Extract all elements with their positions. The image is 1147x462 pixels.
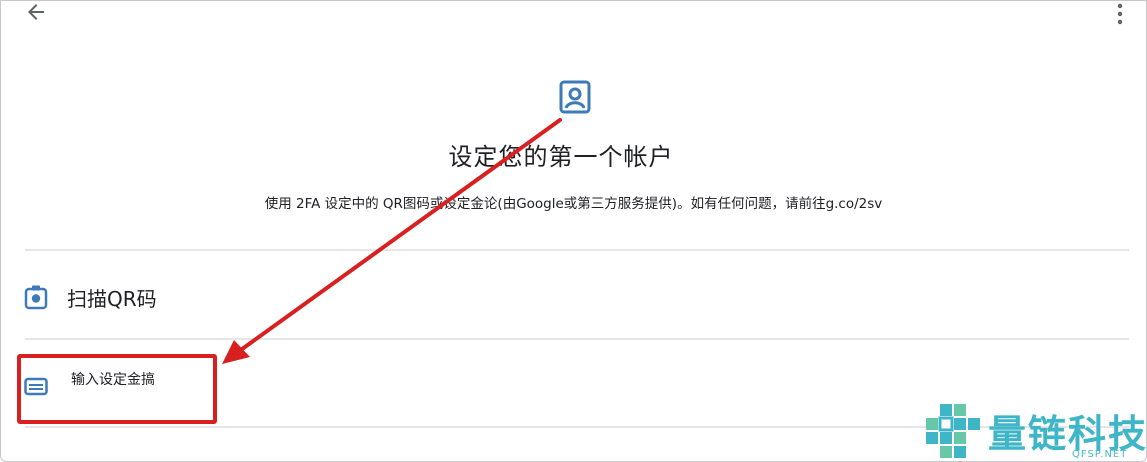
- watermark-domain: QFSP.NET: [1072, 449, 1128, 460]
- account-box-icon: [559, 80, 591, 114]
- scan-qr-option[interactable]: 扫描QR码: [23, 279, 1123, 315]
- divider: [25, 249, 1129, 251]
- back-button[interactable]: [21, 0, 51, 27]
- camera-icon: [23, 284, 49, 310]
- divider: [25, 338, 1129, 340]
- scan-qr-label: 扫描QR码: [67, 286, 157, 311]
- watermark-logo: 量链科技 QFSP.NET: [922, 400, 1147, 462]
- arrow-left-icon: [28, 4, 44, 20]
- page-description: 使用 2FA 设定中的 QR图码或设定金论(由Google或第三方服务提供)。如…: [264, 196, 883, 212]
- more-vert-icon: [1117, 3, 1123, 25]
- more-options-button[interactable]: [1109, 0, 1131, 29]
- annotation-highlight-box: [17, 354, 217, 424]
- page-title: 设定您的第一个帐户: [448, 143, 674, 171]
- qfsp-logo-icon: [926, 404, 980, 458]
